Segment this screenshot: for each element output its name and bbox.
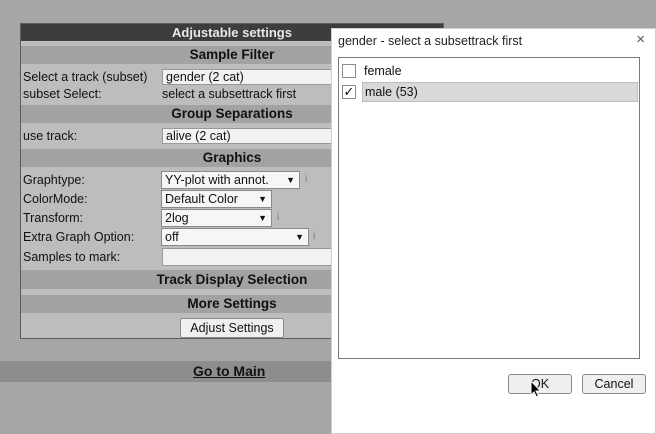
graphtype-label: Graphtype:: [23, 173, 85, 187]
colormode-label: ColorMode:: [23, 192, 88, 206]
subset-select-dialog: gender - select a subsettrack first × fe…: [331, 28, 656, 434]
use-track-label: use track:: [23, 129, 78, 143]
subset-select-value: select a subsettrack first: [162, 87, 297, 101]
graphtype-select[interactable]: YY-plot with annot. ▼: [161, 171, 300, 189]
transform-select[interactable]: 2log ▼: [161, 209, 272, 227]
subset-listbox[interactable]: female (35) ✓ male (53): [338, 57, 640, 359]
colormode-select[interactable]: Default Color ▼: [161, 190, 272, 208]
use-track-field[interactable]: alive (2 cat): [162, 128, 342, 144]
info-icon: i: [313, 231, 316, 242]
extra-graph-option-value: off: [165, 230, 179, 244]
chevron-down-icon: ▼: [286, 175, 295, 185]
graphtype-value: YY-plot with annot.: [165, 173, 269, 187]
checkbox-male[interactable]: ✓: [342, 85, 356, 99]
subset-select-label: subset Select:: [23, 87, 102, 101]
info-icon: i: [277, 212, 280, 223]
transform-value: 2log: [165, 211, 189, 225]
adjust-settings-button[interactable]: Adjust Settings: [180, 318, 284, 338]
mouse-pointer-icon: [530, 380, 542, 398]
info-icon: i: [305, 174, 308, 185]
select-track-field[interactable]: gender (2 cat): [162, 69, 342, 85]
samples-to-mark-input[interactable]: [162, 248, 342, 266]
extra-graph-option-label: Extra Graph Option:: [23, 230, 135, 244]
samples-to-mark-label: Samples to mark:: [23, 250, 121, 264]
chevron-down-icon: ▼: [258, 194, 267, 204]
chevron-down-icon: ▼: [295, 232, 304, 242]
chevron-down-icon: ▼: [258, 213, 267, 223]
cancel-button[interactable]: Cancel: [582, 374, 646, 394]
close-icon[interactable]: ×: [636, 32, 645, 48]
colormode-value: Default Color: [165, 192, 238, 206]
go-to-main-bar: [0, 361, 332, 382]
checkbox-female[interactable]: [342, 64, 356, 78]
select-track-label: Select a track (subset): [23, 70, 148, 84]
go-to-main-link[interactable]: Go to Main: [193, 362, 265, 380]
extra-graph-option-select[interactable]: off ▼: [161, 228, 309, 246]
option-label: male (53): [362, 82, 638, 102]
transform-label: Transform:: [23, 211, 83, 225]
dialog-title: gender - select a subsettrack first: [338, 34, 523, 48]
